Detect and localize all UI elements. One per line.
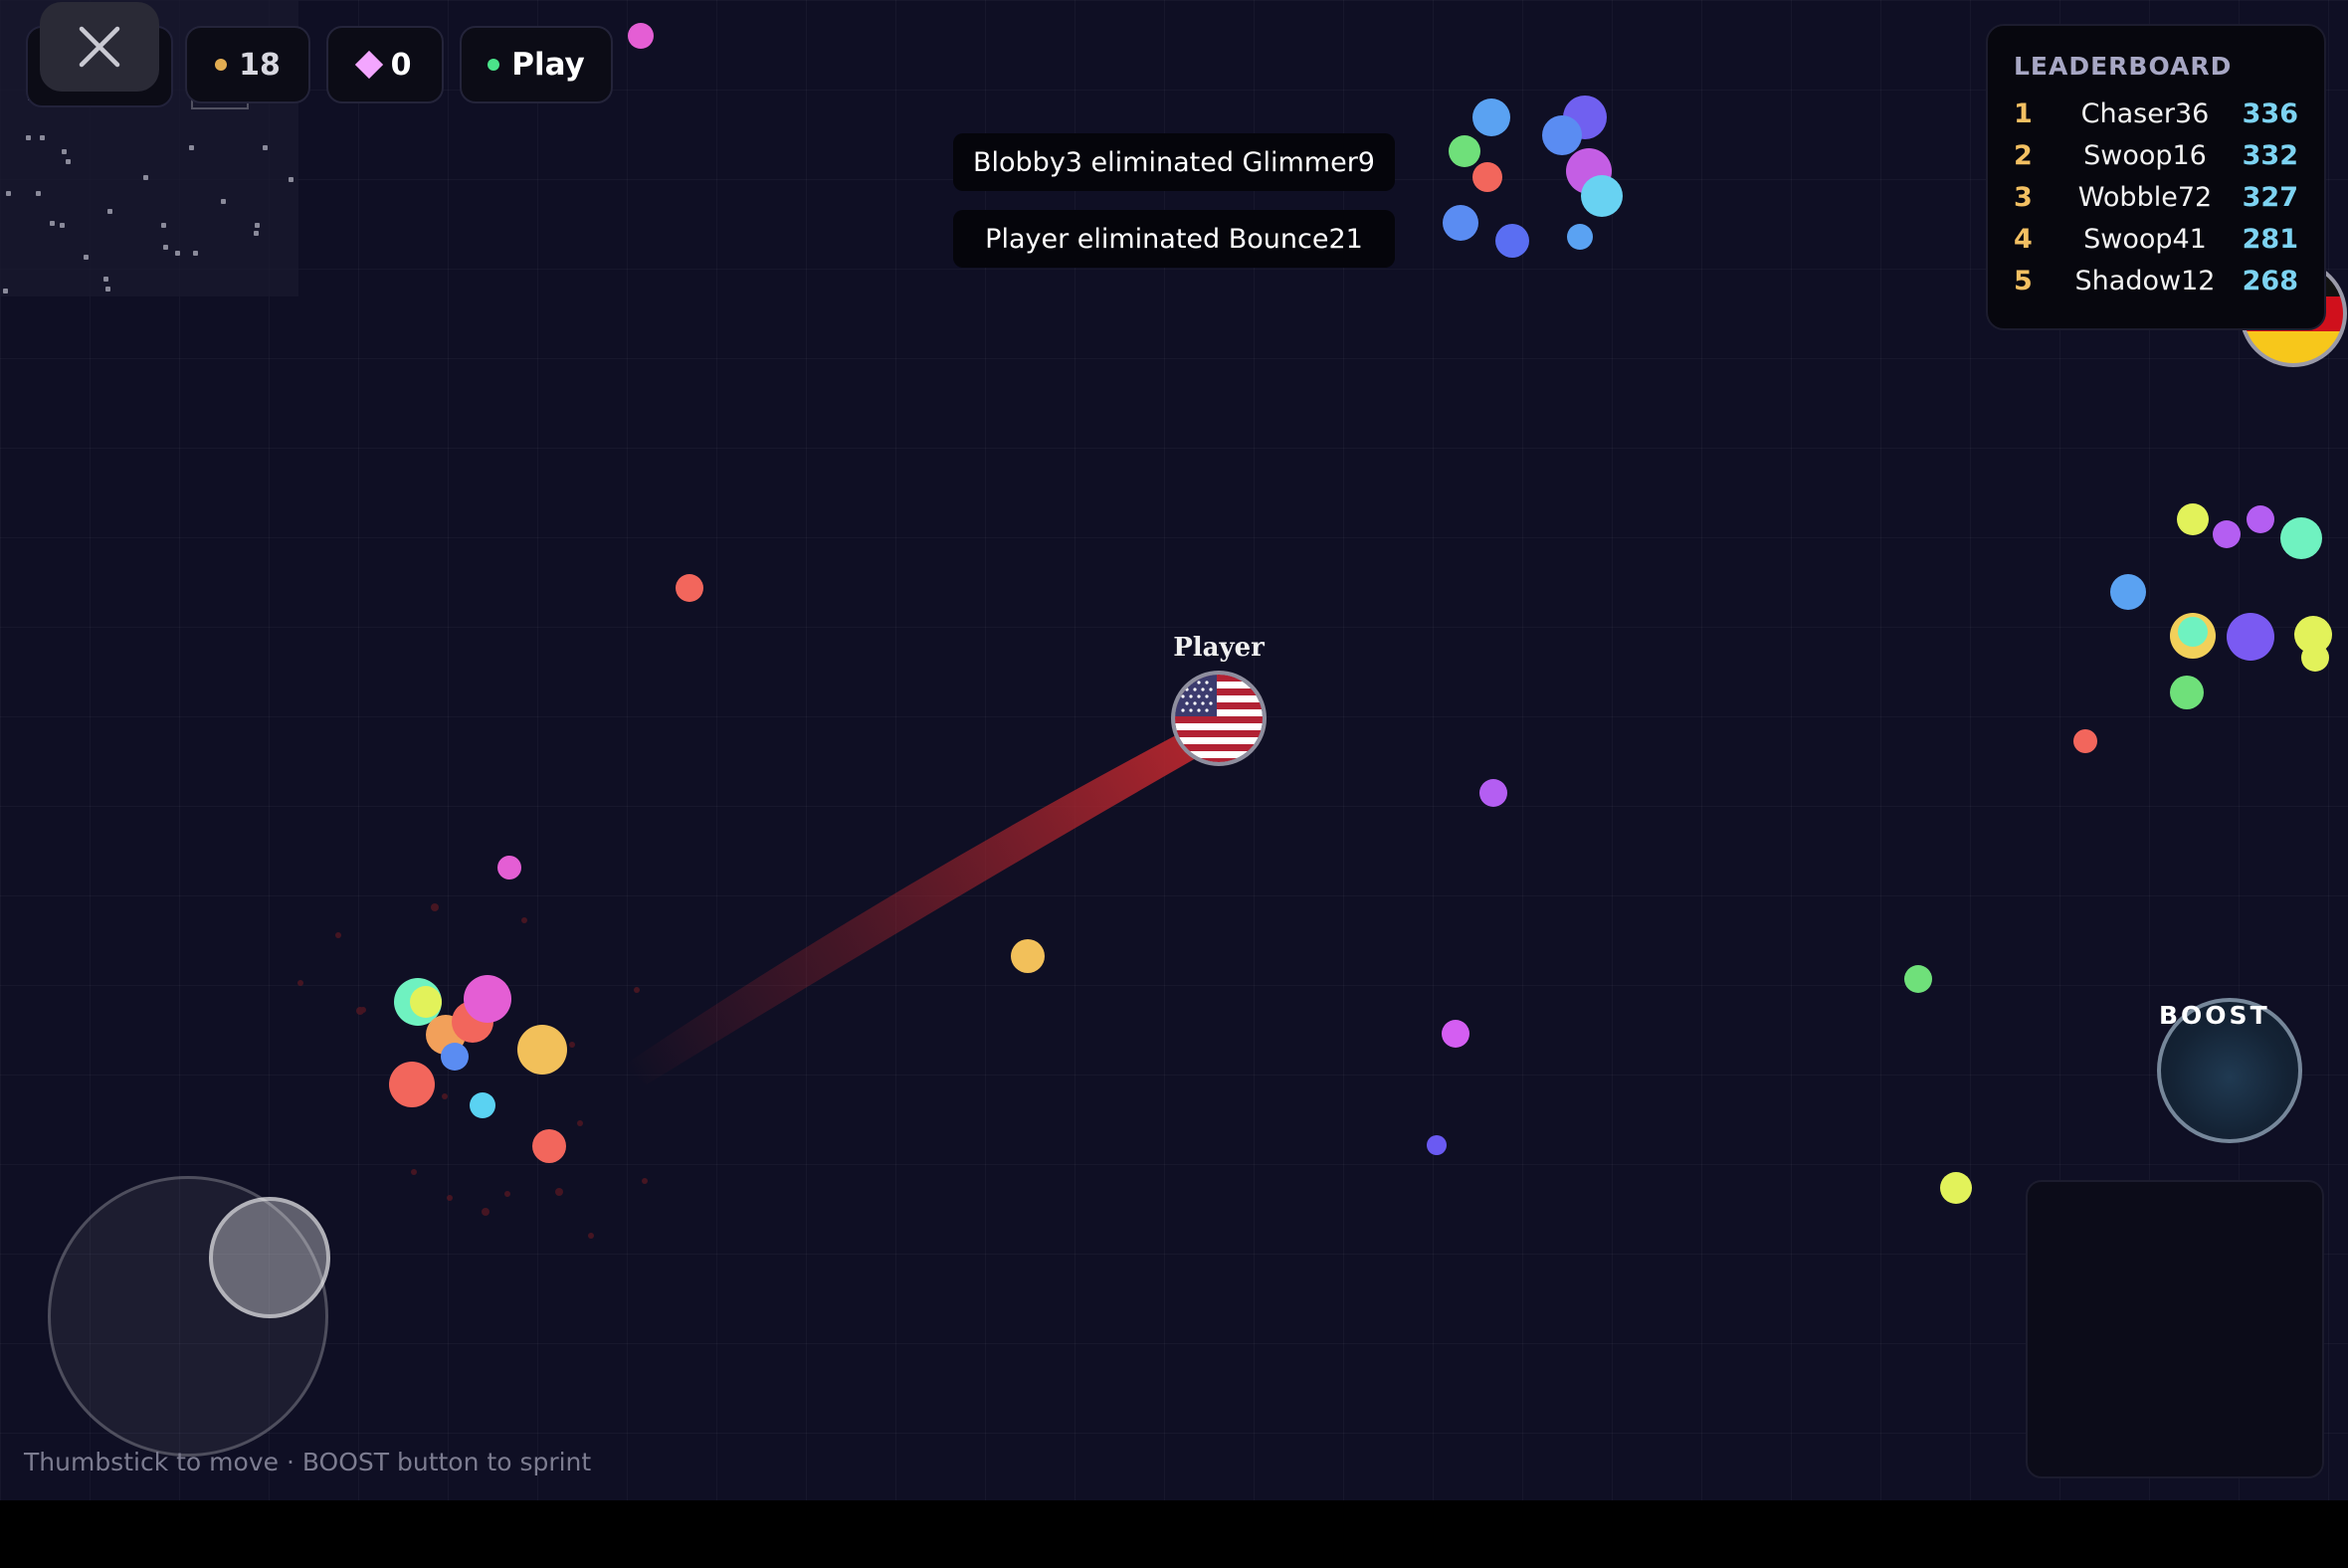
coin-count: 18 — [239, 47, 281, 83]
leaderboard-rank: 1 — [2014, 98, 2033, 129]
gem-count: 0 — [390, 47, 412, 83]
leaderboard-score: 332 — [2242, 139, 2298, 171]
controls-hint: Thumbstick to move · BOOST button to spr… — [24, 1448, 592, 1476]
leaderboard-row: 4 Swoop41 281 — [2014, 218, 2298, 260]
diamond-icon — [354, 50, 383, 80]
killfeed-item: Blobby3 eliminated Glimmer9 — [953, 133, 1395, 191]
play-label: Play — [511, 47, 585, 83]
us-flag-icon — [1171, 671, 1267, 766]
leaderboard: LEADERBOARD 1 Chaser36 336 2 Swoop16 332… — [1986, 24, 2326, 330]
leaderboard-rank: 4 — [2014, 223, 2033, 255]
leaderboard-row: 5 Shadow12 268 — [2014, 260, 2298, 301]
leaderboard-name: Swoop41 — [2083, 223, 2207, 255]
leaderboard-score: 327 — [2242, 181, 2298, 213]
killfeed-item: Player eliminated Bounce21 — [953, 210, 1395, 268]
debris-particles — [297, 903, 648, 1239]
leaderboard-name: Swoop16 — [2083, 139, 2207, 171]
leaderboard-name: Wobble72 — [2077, 181, 2213, 213]
leaderboard-rank: 2 — [2014, 139, 2033, 171]
player-trail — [622, 708, 1238, 1084]
play-button[interactable]: Play — [460, 26, 613, 103]
leaderboard-score: 336 — [2242, 98, 2298, 129]
leaderboard-rank: 3 — [2014, 181, 2033, 213]
gem-counter: 0 — [326, 26, 444, 103]
leaderboard-row: 1 Chaser36 336 — [2014, 93, 2298, 134]
leaderboard-score: 281 — [2242, 223, 2298, 255]
leaderboard-name: Shadow12 — [2074, 265, 2216, 296]
leaderboard-name: Chaser36 — [2080, 98, 2210, 129]
status-dot-icon — [488, 59, 500, 71]
coin-icon — [215, 59, 228, 71]
coin-counter: 18 — [185, 26, 310, 103]
bottom-bar — [0, 1500, 2348, 1568]
leaderboard-rank: 5 — [2014, 265, 2033, 296]
close-icon — [79, 26, 120, 68]
leaderboard-row: 3 Wobble72 327 — [2014, 176, 2298, 218]
leaderboard-row: 2 Swoop16 332 — [2014, 134, 2298, 176]
leaderboard-score: 268 — [2242, 265, 2298, 296]
thumbstick-knob[interactable] — [209, 1197, 330, 1318]
action-panel — [2026, 1180, 2324, 1478]
close-button[interactable] — [40, 2, 159, 92]
leaderboard-title: LEADERBOARD — [2014, 52, 2233, 81]
player-name-label: Player — [1173, 633, 1265, 663]
boost-label: BOOST — [2159, 1001, 2270, 1030]
